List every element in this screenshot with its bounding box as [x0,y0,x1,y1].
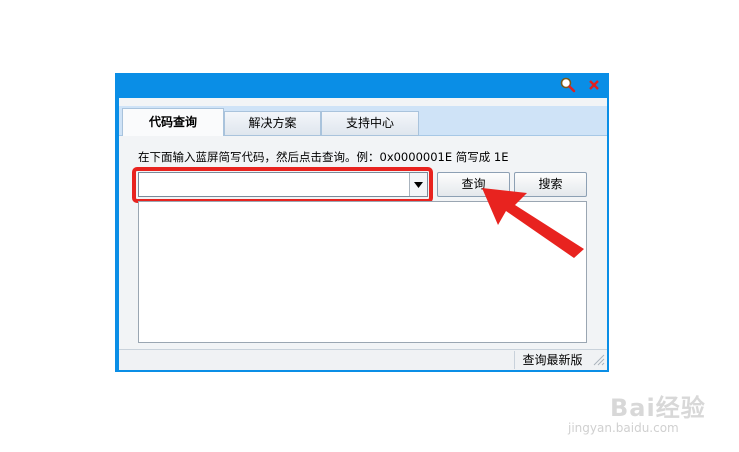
watermark-logo: Bai经验 [610,394,706,422]
instruction-text: 在下面输入蓝屏简写代码，然后点击查询。例：0x0000001E 简写成 1E [138,150,509,164]
title-bar[interactable] [115,73,609,98]
highlight-box [132,167,433,203]
tab-solutions[interactable]: 解决方案 [224,111,321,136]
resize-grip-icon[interactable] [591,352,605,369]
query-button[interactable]: 查询 [437,172,510,197]
close-icon[interactable] [585,76,603,94]
tab-support-center[interactable]: 支持中心 [321,111,419,136]
results-area[interactable] [138,201,587,343]
check-update-link[interactable]: 查询最新版 [514,351,590,369]
watermark-url: jingyan.baidu.com [568,421,679,435]
tab-code-query[interactable]: 代码查询 [122,108,224,136]
search-icon[interactable] [559,76,577,94]
search-button[interactable]: 搜索 [514,172,587,197]
